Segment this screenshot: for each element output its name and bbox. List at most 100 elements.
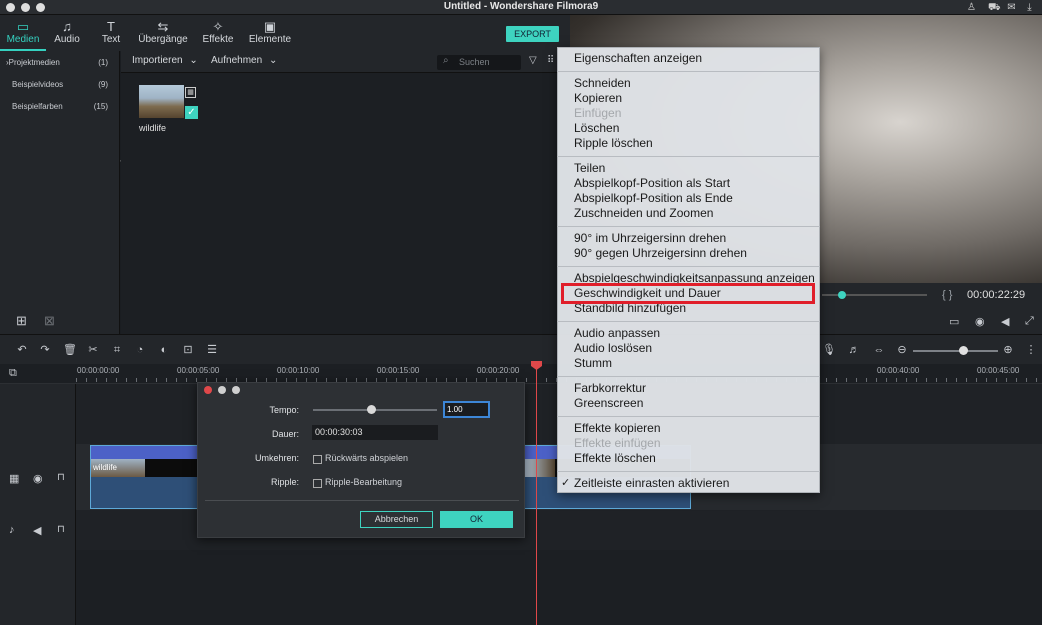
tab-uebergaenge[interactable]: ⇆ Übergänge bbox=[135, 16, 191, 52]
display-settings-icon[interactable]: ▭ bbox=[949, 315, 959, 328]
menu-item-greenscreen[interactable]: Greenscreen bbox=[574, 396, 643, 411]
dialog-minimize-button[interactable] bbox=[218, 386, 226, 394]
sidebar-item-label: Projektmedien bbox=[8, 58, 60, 67]
menu-item-audio-adjust[interactable]: Audio anpassen bbox=[574, 326, 660, 341]
menu-item-copy-effects[interactable]: Effekte kopieren bbox=[574, 421, 661, 436]
trash-icon[interactable]: 🗑 bbox=[63, 343, 77, 357]
clip-label: wildlife bbox=[93, 463, 118, 472]
menu-item-einfuegen: Einfügen bbox=[574, 106, 622, 120]
tab-label: Elemente bbox=[248, 34, 292, 45]
menu-item-eigenschaften[interactable]: Eigenschaften anzeigen bbox=[574, 51, 702, 66]
timeline-menu-icon[interactable]: ⋮ bbox=[1024, 343, 1038, 357]
filter-icon[interactable]: ▽ bbox=[529, 55, 537, 66]
color-icon[interactable]: ◐ bbox=[157, 343, 171, 357]
menu-item-crop-zoom[interactable]: Zuschneiden und Zoomen bbox=[574, 206, 713, 221]
dialog-close-button[interactable] bbox=[204, 386, 212, 394]
sidebar-item-projektmedien[interactable]: ›Projektmedien (1) bbox=[0, 54, 118, 76]
folder-icon: ▭ bbox=[16, 19, 30, 34]
tab-text[interactable]: T Text bbox=[96, 16, 126, 52]
scrubber-handle[interactable] bbox=[838, 291, 846, 299]
menu-item-audio-detach[interactable]: Audio loslösen bbox=[574, 341, 652, 356]
zoom-out-icon[interactable]: ⊖ bbox=[895, 343, 909, 357]
download-icon[interactable]: ⤓ bbox=[1024, 2, 1035, 13]
zoom-slider-handle[interactable] bbox=[959, 346, 968, 355]
export-button[interactable]: EXPORT bbox=[506, 26, 559, 42]
volume-icon[interactable]: ◀ bbox=[1001, 315, 1009, 328]
add-track-icon[interactable]: ⧉ bbox=[9, 367, 17, 380]
cancel-button[interactable]: Abbrechen bbox=[360, 511, 433, 528]
account-icon[interactable]: ♙ bbox=[966, 2, 977, 13]
tab-medien[interactable]: ▭ Medien bbox=[2, 16, 44, 52]
ok-button[interactable]: OK bbox=[440, 511, 513, 528]
tab-label: Text bbox=[101, 34, 121, 45]
speaker-icon[interactable]: ◀ bbox=[33, 524, 41, 537]
reverse-checkbox[interactable] bbox=[313, 455, 322, 464]
tab-label: Übergänge bbox=[138, 34, 188, 45]
fullscreen-icon[interactable]: ⤢ bbox=[1025, 315, 1034, 328]
grid-view-icon[interactable]: ⠿ bbox=[547, 55, 554, 66]
mail-icon[interactable]: ✉ bbox=[1006, 2, 1017, 13]
zoom-slider[interactable] bbox=[913, 350, 998, 352]
menu-item-rotate-ccw[interactable]: 90° gegen Uhrzeigersinn drehen bbox=[574, 246, 747, 261]
speed-icon[interactable]: ◔ bbox=[133, 343, 147, 357]
search-icon: ⌕ bbox=[443, 55, 449, 66]
fit-timeline-icon[interactable]: ⇔ bbox=[872, 343, 886, 357]
playhead-line[interactable] bbox=[536, 366, 537, 625]
duration-input[interactable]: 00:00:30:03 bbox=[312, 425, 438, 440]
cut-icon[interactable]: ✂ bbox=[86, 343, 100, 357]
crop-icon[interactable]: ⌗ bbox=[110, 343, 124, 357]
menu-item-schneiden[interactable]: Schneiden bbox=[574, 76, 631, 91]
delete-folder-icon[interactable]: ⊠ bbox=[44, 313, 55, 329]
lock-icon[interactable]: ⊓ bbox=[57, 472, 65, 483]
menu-item-rotate-cw[interactable]: 90° im Uhrzeigersinn drehen bbox=[574, 231, 726, 246]
transition-icon: ⇆ bbox=[157, 19, 169, 34]
microphone-icon[interactable]: 🎙 bbox=[822, 343, 836, 357]
cart-icon[interactable]: ⛟ bbox=[988, 2, 1001, 13]
lock-icon[interactable]: ⊓ bbox=[57, 524, 65, 535]
menu-item-mute[interactable]: Stumm bbox=[574, 356, 612, 371]
menu-separator bbox=[557, 321, 820, 322]
ruler-tick-label: 00:00:10:00 bbox=[277, 366, 320, 375]
menu-item-delete-effects[interactable]: Effekte löschen bbox=[574, 451, 656, 466]
menu-item-kopieren[interactable]: Kopieren bbox=[574, 91, 622, 106]
menu-item-playhead-end[interactable]: Abspielkopf-Position als Ende bbox=[574, 191, 733, 206]
media-thumbnail-wildlife[interactable] bbox=[139, 85, 184, 118]
audio-mixer-icon[interactable]: ♬ bbox=[847, 343, 861, 357]
search-input[interactable]: Suchen bbox=[437, 55, 521, 70]
snapshot-icon[interactable]: ◉ bbox=[975, 315, 985, 328]
tab-effekte[interactable]: ✧ Effekte bbox=[198, 16, 238, 52]
highlight-box bbox=[561, 283, 815, 304]
tab-elemente[interactable]: ▣ Elemente bbox=[246, 16, 294, 52]
menu-item-teilen[interactable]: Teilen bbox=[574, 161, 605, 176]
sidebar-item-beispielfarben[interactable]: Beispielfarben (15) bbox=[0, 98, 118, 120]
effects-icon: ✧ bbox=[212, 19, 224, 34]
record-label: Aufnehmen bbox=[211, 55, 263, 66]
zoom-in-icon[interactable]: ⊕ bbox=[1001, 343, 1015, 357]
menu-item-ripple-loeschen[interactable]: Ripple löschen bbox=[574, 136, 653, 151]
audio-adjust-icon[interactable]: ☰ bbox=[205, 343, 219, 357]
sidebar-item-beispielvideos[interactable]: Beispielvideos (9) bbox=[0, 76, 118, 98]
green-screen-icon[interactable]: ⊡ bbox=[181, 343, 195, 357]
tab-label: Audio bbox=[54, 34, 80, 45]
redo-icon[interactable]: ↷ bbox=[38, 343, 52, 357]
dialog-zoom-button[interactable] bbox=[232, 386, 240, 394]
menu-separator bbox=[557, 266, 820, 267]
tab-audio[interactable]: ♫ Audio bbox=[49, 16, 85, 52]
ripple-checkbox[interactable] bbox=[313, 479, 322, 488]
mark-in-out-icon[interactable]: { } bbox=[942, 289, 952, 301]
record-dropdown[interactable]: Aufnehmen ⌄ bbox=[211, 55, 277, 66]
menu-item-loeschen[interactable]: Löschen bbox=[574, 121, 619, 136]
tempo-input[interactable]: 1.00 bbox=[443, 401, 490, 418]
new-folder-icon[interactable]: ⊞ bbox=[16, 313, 27, 329]
undo-icon[interactable]: ↶ bbox=[15, 343, 29, 357]
menu-item-playhead-start[interactable]: Abspielkopf-Position als Start bbox=[574, 176, 730, 191]
ripple-label: Ripple: bbox=[270, 477, 299, 487]
menu-item-snap-timeline[interactable]: Zeitleiste einrasten aktivieren bbox=[574, 476, 729, 491]
import-label: Importieren bbox=[132, 55, 183, 66]
eye-icon[interactable]: ◉ bbox=[33, 472, 43, 485]
tempo-slider-handle[interactable] bbox=[366, 405, 376, 414]
reverse-option-label: Rückwärts abspielen bbox=[325, 453, 409, 463]
import-dropdown[interactable]: Importieren ⌄ bbox=[132, 55, 198, 66]
menu-item-color-correction[interactable]: Farbkorrektur bbox=[574, 381, 646, 396]
timeline-track-empty[interactable] bbox=[76, 550, 1042, 625]
